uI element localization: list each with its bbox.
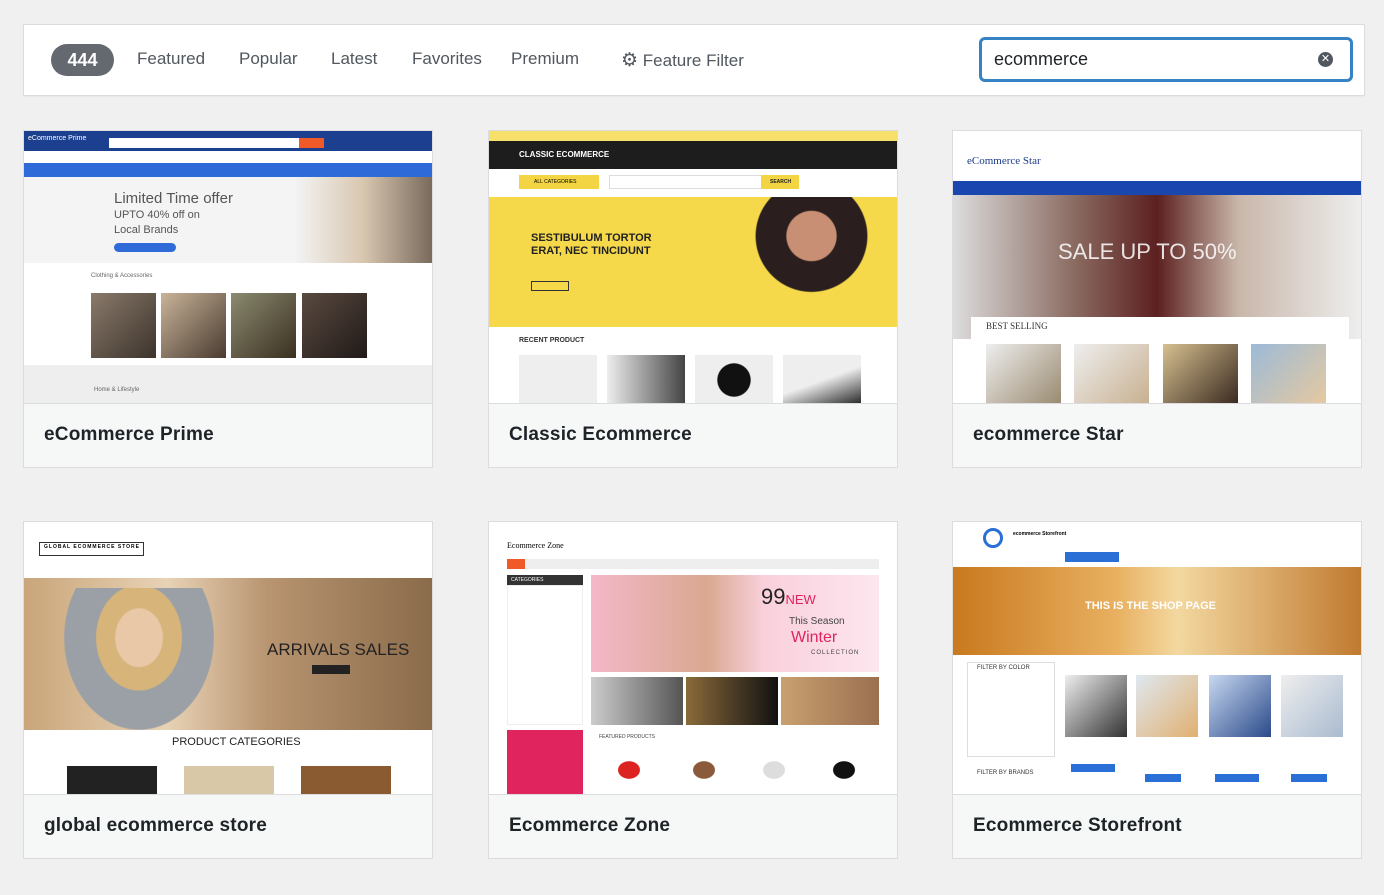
tab-premium[interactable]: Premium <box>511 49 579 69</box>
preview-section: BEST SELLING <box>986 321 1048 331</box>
theme-name: eCommerce Prime <box>24 404 432 467</box>
gear-icon: ⚙ <box>621 50 639 71</box>
preview-search-button: SEARCH <box>770 179 792 185</box>
theme-screenshot: ecommerce Storefront THIS IS THE SHOP PA… <box>953 522 1361 795</box>
tab-popular[interactable]: Popular <box>239 49 298 69</box>
theme-card[interactable]: CLASSIC ECOMMERCE ALL CATEGORIES SEARCH … <box>488 130 898 468</box>
theme-name: Classic Ecommerce <box>489 404 897 467</box>
theme-screenshot: eCommerce Star SALE UP TO 50% BEST SELLI… <box>953 131 1361 404</box>
theme-screenshot: GLOBAL ECOMMERCE STORE ARRIVALS SALES PR… <box>24 522 432 795</box>
theme-screenshot: Ecommerce Zone CATEGORIES 99NEW This Sea… <box>489 522 897 795</box>
theme-name: ecommerce Star <box>953 404 1361 467</box>
preview-text: FILTER BY COLOR <box>977 665 1030 671</box>
theme-card[interactable]: eCommerce Prime Limited Time offer UPTO … <box>23 130 433 468</box>
theme-filter-bar: 444 Featured Popular Latest Favorites Pr… <box>23 24 1365 96</box>
preview-text: Local Brands <box>114 224 179 236</box>
preview-headline: Limited Time offer <box>114 190 233 207</box>
preview-logo: Ecommerce Zone <box>507 541 564 550</box>
theme-card[interactable]: ecommerce Storefront THIS IS THE SHOP PA… <box>952 521 1362 859</box>
feature-filter-button[interactable]: ⚙ Feature Filter <box>621 49 744 72</box>
preview-logo: eCommerce Star <box>967 155 1041 167</box>
theme-card[interactable]: Ecommerce Zone CATEGORIES 99NEW This Sea… <box>488 521 898 859</box>
preview-text: This Season <box>789 616 845 627</box>
tab-latest[interactable]: Latest <box>331 49 377 69</box>
preview-text: Winter <box>791 629 838 646</box>
theme-screenshot: CLASSIC ECOMMERCE ALL CATEGORIES SEARCH … <box>489 131 897 404</box>
tab-favorites[interactable]: Favorites <box>412 49 482 69</box>
tab-featured[interactable]: Featured <box>137 49 205 69</box>
preview-section: Clothing & Accessories <box>91 273 153 279</box>
preview-section: FEATURED PRODUCTS <box>599 734 656 740</box>
preview-headline: ARRIVALS SALES <box>267 640 410 659</box>
preview-text: FILTER BY BRANDS <box>977 770 1034 776</box>
preview-headline: THIS IS THE SHOP PAGE <box>1085 600 1217 612</box>
theme-screenshot: eCommerce Prime Limited Time offer UPTO … <box>24 131 432 404</box>
clear-search-icon[interactable]: ✕ <box>1318 52 1333 67</box>
theme-name: global ecommerce store <box>24 795 432 858</box>
search-input[interactable] <box>980 38 1352 81</box>
preview-logo: ecommerce Storefront <box>1013 531 1067 537</box>
preview-section: RECENT PRODUCT <box>519 337 585 344</box>
preview-text: ALL CATEGORIES <box>534 179 577 185</box>
preview-section: Home & Lifestyle <box>94 387 140 393</box>
preview-logo: GLOBAL ECOMMERCE STORE <box>44 544 140 550</box>
preview-headline: SESTIBULUM TORTOR ERAT, NEC TINCIDUNT <box>531 232 652 257</box>
preview-big-number: 99NEW <box>761 584 816 609</box>
preview-logo: CLASSIC ECOMMERCE <box>519 150 610 159</box>
preview-section: PRODUCT CATEGORIES <box>172 736 301 748</box>
theme-card[interactable]: eCommerce Star SALE UP TO 50% BEST SELLI… <box>952 130 1362 468</box>
preview-logo: eCommerce Prime <box>28 135 87 142</box>
theme-card[interactable]: GLOBAL ECOMMERCE STORE ARRIVALS SALES PR… <box>23 521 433 859</box>
preview-text: COLLECTION <box>811 650 860 656</box>
theme-name: Ecommerce Zone <box>489 795 897 858</box>
theme-name: Ecommerce Storefront <box>953 795 1361 858</box>
preview-text: CATEGORIES <box>511 577 544 583</box>
preview-text: UPTO 40% off on <box>114 209 200 221</box>
theme-count-badge: 444 <box>51 44 114 76</box>
preview-headline: SALE UP TO 50% <box>1058 239 1237 264</box>
feature-filter-label: Feature Filter <box>642 51 744 70</box>
